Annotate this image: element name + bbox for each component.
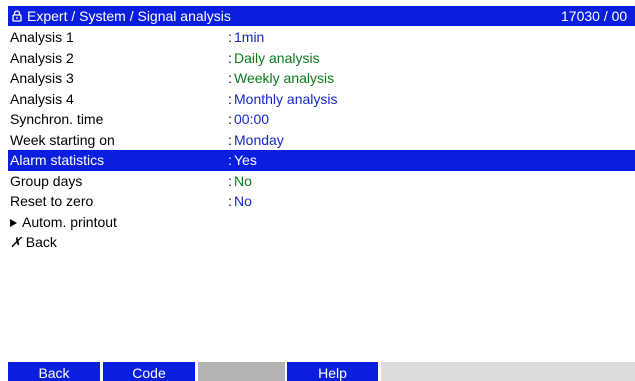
title-bar: Expert / System / Signal analysis 17030 …	[8, 6, 635, 26]
row-analysis-2[interactable]: Analysis 2 : Daily analysis	[8, 48, 635, 69]
menu-code: 17030 / 00	[561, 8, 628, 24]
softkey-bar: Back Code Help	[8, 362, 635, 381]
row-label: Analysis 3	[10, 70, 74, 86]
row-alarm-statistics[interactable]: Alarm statistics : Yes	[8, 150, 635, 171]
softkey-back-button[interactable]: Back	[8, 362, 100, 381]
row-value: No	[234, 193, 252, 209]
row-colon: :	[228, 111, 232, 127]
row-colon: :	[228, 70, 232, 86]
row-label: Group days	[10, 172, 83, 189]
softkey-help-button[interactable]: Help	[287, 362, 378, 381]
x-icon: ✗	[10, 234, 22, 250]
softkey-bar-filler	[381, 362, 635, 381]
row-colon: :	[228, 131, 232, 148]
row-synchron-time[interactable]: Synchron. time : 00:00	[8, 109, 635, 130]
row-back[interactable]: ✗ Back	[8, 232, 635, 253]
lock-icon	[12, 10, 22, 22]
row-label: Week starting on	[10, 131, 115, 148]
row-value: Monthly analysis	[234, 90, 338, 107]
row-autom-printout[interactable]: Autom. printout	[8, 212, 635, 233]
row-colon: :	[228, 193, 232, 209]
row-value: No	[234, 172, 252, 189]
row-colon: :	[228, 152, 232, 168]
row-label-wrapper: Autom. printout	[10, 212, 117, 233]
softkey-code-button[interactable]: Code	[103, 362, 195, 381]
row-reset-to-zero[interactable]: Reset to zero : No	[8, 191, 635, 212]
row-label: Synchron. time	[10, 111, 104, 127]
row-analysis-1[interactable]: Analysis 1 : 1min	[8, 27, 635, 48]
row-value: 1min	[234, 29, 265, 45]
row-value: Monday	[234, 131, 284, 148]
row-label: Reset to zero	[10, 193, 94, 209]
row-colon: :	[228, 49, 232, 66]
row-label: Analysis 2	[10, 49, 74, 66]
row-group-days[interactable]: Group days : No	[8, 171, 635, 192]
triangle-right-icon	[10, 218, 17, 227]
row-analysis-3[interactable]: Analysis 3 : Weekly analysis	[8, 68, 635, 89]
softkey-empty-button[interactable]	[198, 362, 285, 381]
row-label: Alarm statistics	[10, 152, 105, 168]
row-colon: :	[228, 172, 232, 189]
row-label: Analysis 1	[10, 29, 74, 45]
submenu-label: Autom. printout	[22, 213, 117, 230]
row-label-wrapper: ✗ Back	[10, 232, 57, 253]
settings-list: Analysis 1 : 1min Analysis 2 : Daily ana…	[8, 27, 635, 253]
row-value: Daily analysis	[234, 49, 320, 66]
row-value: Yes	[234, 152, 257, 168]
row-week-starting-on[interactable]: Week starting on : Monday	[8, 130, 635, 151]
device-screen: Expert / System / Signal analysis 17030 …	[8, 6, 635, 381]
back-item-label: Back	[25, 234, 57, 250]
row-colon: :	[228, 29, 232, 45]
row-value: 00:00	[234, 111, 270, 127]
breadcrumb: Expert / System / Signal analysis	[27, 8, 231, 24]
row-colon: :	[228, 90, 232, 107]
row-analysis-4[interactable]: Analysis 4 : Monthly analysis	[8, 89, 635, 110]
row-label: Analysis 4	[10, 90, 74, 107]
row-value: Weekly analysis	[234, 70, 335, 86]
